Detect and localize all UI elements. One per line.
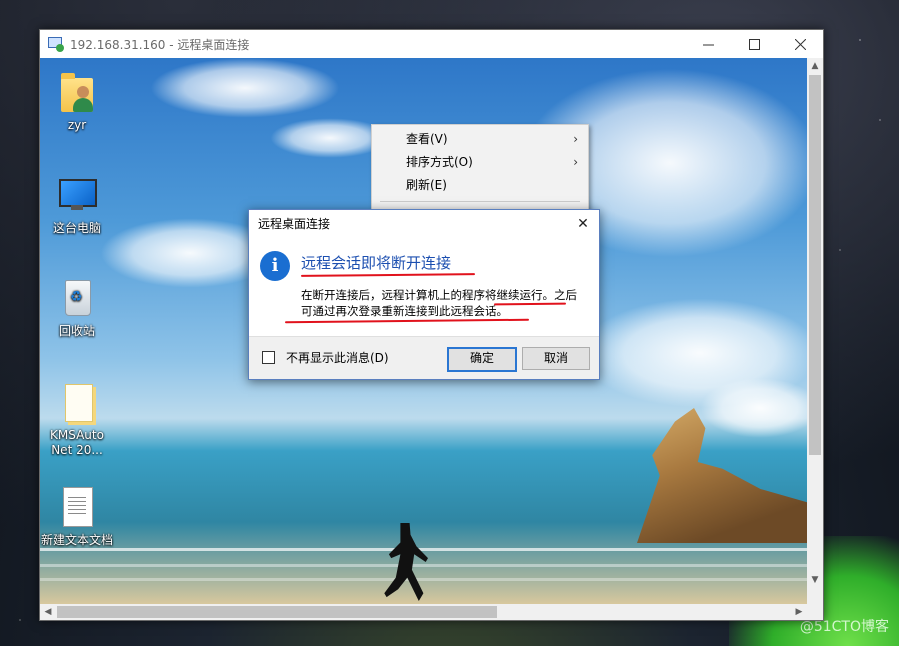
scroll-down-arrow-icon[interactable]: ▼ bbox=[807, 572, 823, 588]
dialog-footer: 不再显示此消息(D) 确定 取消 bbox=[249, 336, 599, 379]
remote-desktop-window[interactable]: 192.168.31.160 - 远程桌面连接 zyr 这台电脑 ♻ 回收站 K… bbox=[39, 29, 824, 621]
desktop-icon-label: 回收站 bbox=[58, 324, 95, 338]
close-icon: ✕ bbox=[577, 216, 589, 232]
cancel-button[interactable]: 取消 bbox=[522, 347, 590, 370]
minimize-icon bbox=[702, 44, 714, 45]
red-annotation-underline bbox=[284, 318, 530, 324]
maximize-icon bbox=[748, 38, 760, 50]
dialog-message-line-1: 在断开连接后，远程计算机上的程序将继续运行。之后 bbox=[301, 288, 577, 302]
scroll-up-arrow-icon[interactable]: ▲ bbox=[807, 58, 823, 74]
dialog-titlebar[interactable]: 远程桌面连接 ✕ bbox=[249, 210, 599, 238]
desktop-icon-recycle-bin[interactable]: ♻ 回收站 bbox=[40, 276, 115, 339]
menu-item-refresh[interactable]: 刷新(E) bbox=[372, 174, 588, 197]
maximize-button[interactable] bbox=[731, 30, 777, 58]
desktop-icon-new-text-document[interactable]: 新建文本文档 bbox=[40, 485, 115, 548]
horizontal-scrollbar[interactable]: ◀ ▶ bbox=[40, 604, 807, 620]
vertical-scrollbar[interactable]: ▲ ▼ bbox=[807, 58, 823, 604]
close-button[interactable] bbox=[777, 30, 823, 58]
dialog-heading: 远程会话即将断开连接 bbox=[301, 254, 452, 272]
wallpaper-runner bbox=[384, 523, 428, 601]
vertical-scroll-thumb[interactable] bbox=[809, 75, 821, 455]
minimize-button[interactable] bbox=[685, 30, 731, 58]
scrollbar-corner bbox=[807, 604, 823, 620]
desktop-icon-label: zyr bbox=[67, 118, 87, 132]
scroll-right-arrow-icon[interactable]: ▶ bbox=[791, 604, 807, 620]
remote-desktop-icon bbox=[48, 36, 64, 52]
checkbox-label[interactable]: 不再显示此消息(D) bbox=[286, 349, 389, 366]
menu-separator bbox=[380, 201, 580, 202]
dialog-message-line-2: 可通过再次登录重新连接到此远程会话。 bbox=[301, 304, 508, 318]
desktop-icon-label: 这台电脑 bbox=[52, 221, 101, 235]
wallpaper-wave bbox=[40, 564, 807, 567]
desktop-icon-label: 新建文本文档 bbox=[40, 533, 113, 547]
dont-show-again-checkbox[interactable] bbox=[262, 351, 275, 364]
wallpaper-wave bbox=[40, 578, 807, 581]
scroll-left-arrow-icon[interactable]: ◀ bbox=[40, 604, 56, 620]
horizontal-scroll-thumb[interactable] bbox=[57, 606, 497, 618]
desktop-icon-label: KMSAuto Net 20... bbox=[50, 428, 104, 457]
this-pc-icon bbox=[57, 173, 97, 217]
window-titlebar[interactable]: 192.168.31.160 - 远程桌面连接 bbox=[40, 30, 823, 58]
wallpaper-cloud bbox=[700, 378, 807, 438]
dialog-close-button[interactable]: ✕ bbox=[573, 210, 593, 238]
dialog-title: 远程桌面连接 bbox=[258, 217, 331, 231]
menu-item-sort-by[interactable]: 排序方式(O) › bbox=[372, 151, 588, 174]
info-icon: i bbox=[260, 251, 290, 281]
remote-desktop-screen[interactable]: zyr 这台电脑 ♻ 回收站 KMSAuto Net 20... 新建文本文档 bbox=[40, 58, 807, 604]
desktop-icon-zyr[interactable]: zyr bbox=[40, 70, 115, 133]
disconnect-dialog[interactable]: 远程桌面连接 ✕ i 远程会话即将断开连接 在断开连接后，远程计算机上的程序将继… bbox=[248, 209, 600, 380]
chevron-right-icon: › bbox=[573, 132, 578, 146]
chevron-right-icon: › bbox=[573, 155, 578, 169]
red-annotation-underline bbox=[300, 273, 476, 277]
user-folder-icon bbox=[57, 70, 97, 114]
close-icon bbox=[794, 38, 806, 50]
wallpaper-wave bbox=[40, 548, 807, 551]
desktop-icon-kmsauto[interactable]: KMSAuto Net 20... bbox=[40, 380, 115, 458]
desktop-icon-this-pc[interactable]: 这台电脑 bbox=[40, 173, 115, 236]
folder-icon bbox=[57, 380, 97, 424]
wallpaper-cloud bbox=[150, 58, 340, 118]
recycle-bin-icon: ♻ bbox=[57, 276, 97, 320]
text-document-icon bbox=[57, 485, 97, 529]
menu-item-view[interactable]: 查看(V) › bbox=[372, 128, 588, 151]
window-title: 192.168.31.160 - 远程桌面连接 bbox=[70, 37, 250, 52]
ok-button[interactable]: 确定 bbox=[447, 347, 517, 372]
